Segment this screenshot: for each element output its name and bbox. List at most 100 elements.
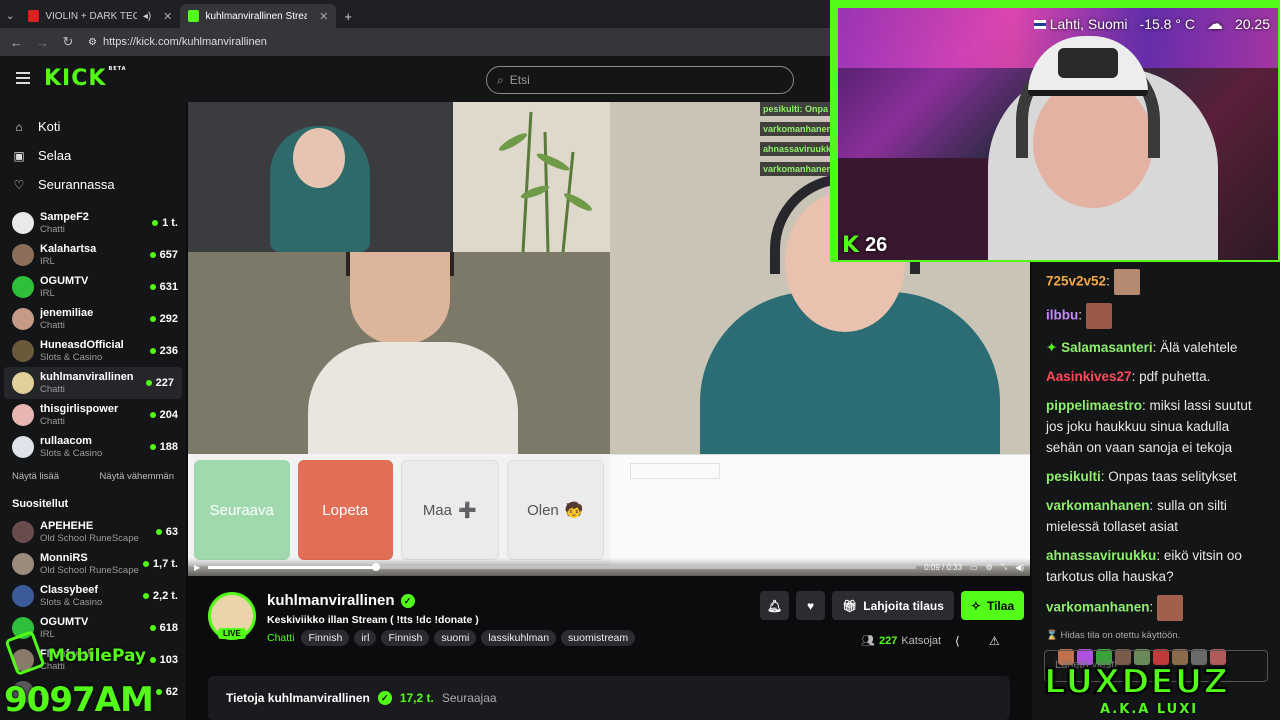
- slow-mode-text: Hidas tila on otettu käyttöön.: [1060, 630, 1181, 641]
- sidebar-channel[interactable]: jenemiliae Chatti 292: [0, 303, 186, 335]
- stream-tag[interactable]: Finnish: [381, 630, 430, 646]
- subscribe-button[interactable]: ✧ Tilaa: [960, 591, 1025, 620]
- chat-message: ilbbu:: [1032, 300, 1280, 334]
- player-controls: ▶ 0:09 / 0:33 ▭ ⚙ ⤡ ◀): [188, 558, 1030, 576]
- show-more-link[interactable]: Näytä lisää: [12, 471, 59, 482]
- person-shape: [308, 342, 518, 454]
- nav-home[interactable]: ⌂ Koti: [12, 112, 186, 141]
- stream-tag[interactable]: suomi: [434, 630, 477, 646]
- logo-text: KICK: [44, 66, 107, 91]
- sidebar-channel[interactable]: Classybeef Slots & Casino 2,2 t.: [0, 580, 186, 612]
- counter-value: 26: [865, 234, 888, 256]
- stream-tag[interactable]: irl: [354, 630, 377, 646]
- chat-username[interactable]: varkomanhanen: [1046, 600, 1150, 615]
- notification-bell-button[interactable]: 🔔︎: [760, 591, 789, 620]
- chat-username[interactable]: varkomanhanen: [1046, 498, 1150, 513]
- live-dot-icon: [149, 444, 156, 450]
- sidebar-channel[interactable]: SampeF2 Chatti 1 t.: [0, 207, 186, 239]
- chat-username[interactable]: Salamasanteri: [1061, 340, 1153, 355]
- channel-name: SampeF2: [40, 211, 89, 223]
- volume-icon[interactable]: ◀): [1015, 563, 1024, 572]
- weather-widget: Lahti, Suomi -15.8 ° C ☁ 20.25: [1033, 14, 1270, 34]
- close-icon[interactable]: ✕: [319, 10, 328, 23]
- channel-avatar: [12, 521, 34, 543]
- sidebar-channel[interactable]: Kalahartsa IRL 657: [0, 239, 186, 271]
- nav-following[interactable]: ♡ Seurannassa: [12, 170, 186, 199]
- site-settings-icon[interactable]: ⚙: [88, 37, 97, 48]
- sub-badge-icon: ✦: [1046, 340, 1062, 355]
- stream-tag[interactable]: Finnish: [301, 630, 350, 646]
- stream-tag[interactable]: suomistream: [561, 630, 636, 646]
- kick-logo[interactable]: KICK BETA: [44, 66, 127, 91]
- sidebar-channel[interactable]: HuneasdOfficial Slots & Casino 236: [0, 335, 186, 367]
- viewer-count: 188: [159, 441, 178, 453]
- game-button[interactable]: Seuraava: [194, 460, 290, 560]
- browser-tab-active[interactable]: kuhlmanvirallinen Stream - Wa... ✕: [180, 4, 337, 28]
- chat-message: varkomanhanen: sulla on silti mielessä t…: [1032, 492, 1280, 542]
- channel-category: Old School RuneScape: [40, 565, 139, 576]
- channel-info: OGUMTV IRL: [40, 275, 150, 299]
- settings-icon[interactable]: ⚙: [986, 563, 993, 572]
- sidebar-channel[interactable]: OGUMTV IRL 631: [0, 271, 186, 303]
- forward-icon[interactable]: →: [36, 35, 49, 50]
- gift-sub-button[interactable]: 🎁︎ Lahjoita tilaus: [832, 591, 954, 620]
- show-less-link[interactable]: Näytä vähemmän: [100, 471, 174, 482]
- chat-username[interactable]: ahnassaviruukku: [1046, 548, 1156, 563]
- browser-tab[interactable]: VIOLIN + DARK TECHNO / ... ◂) ✕: [20, 4, 180, 28]
- search-icon: ⌕: [497, 72, 504, 87]
- chat-panel: 725v2v52: ilbbu: ✦ Salamasanteri: Älä va…: [1032, 262, 1280, 720]
- channel-avatar: [12, 308, 34, 330]
- viewer-label: Katsojat: [901, 634, 942, 647]
- tag-row: Chatti Finnish irl Finnish suomi lassikuhlma…: [267, 630, 636, 646]
- report-icon[interactable]: ⚠: [989, 634, 1000, 648]
- channel-avatar: [12, 372, 34, 394]
- sidebar-channel[interactable]: MonniRS Old School RuneScape 1,7 t.: [0, 548, 186, 580]
- channel-viewers: 236: [149, 345, 178, 357]
- close-icon[interactable]: ✕: [163, 10, 172, 23]
- chat-username[interactable]: ilbbu: [1046, 308, 1078, 323]
- sidebar-channel[interactable]: kuhlmanvirallinen Chatti 227: [4, 367, 182, 399]
- chat-username[interactable]: Aasinkives27: [1046, 369, 1132, 384]
- channel-info: APEHEHE Old School RuneScape: [40, 520, 156, 544]
- reload-icon[interactable]: ↻: [62, 34, 74, 50]
- chat-username[interactable]: pippelimaestro: [1046, 398, 1142, 413]
- tab-list-button[interactable]: ⌄: [0, 4, 20, 28]
- viewer-count: 657: [159, 249, 178, 261]
- sidebar-channel[interactable]: rullaacom Slots & Casino 188: [0, 431, 186, 463]
- nav-browse[interactable]: ▣ Selaa: [12, 141, 186, 170]
- game-button[interactable]: Maa ➕: [401, 460, 499, 560]
- channel-name: OGUMTV: [40, 275, 89, 287]
- live-dot-icon: [149, 625, 156, 631]
- channel-viewers: 63: [155, 526, 178, 538]
- mobilepay-overlay: MobilePay 9097AM: [4, 630, 164, 720]
- new-tab-button[interactable]: +: [336, 4, 360, 28]
- share-icon[interactable]: ⟨: [955, 634, 960, 648]
- game-button[interactable]: Olen 🧒: [506, 460, 604, 560]
- channel-name: jenemiliae: [40, 307, 94, 319]
- sidebar-channel[interactable]: thisgirlispower Chatti 204: [0, 399, 186, 431]
- category-link[interactable]: Chatti: [267, 632, 294, 644]
- chat-username[interactable]: 725v2v52: [1046, 274, 1106, 289]
- game-button[interactable]: Lopeta: [297, 460, 393, 560]
- fullscreen-icon[interactable]: ⤡: [1001, 562, 1007, 572]
- menu-icon[interactable]: [16, 72, 30, 84]
- game-button-label: Olen: [527, 501, 559, 519]
- play-icon[interactable]: ▶: [194, 563, 200, 572]
- url-field[interactable]: https://kick.com/kuhlmanvirallinen: [103, 36, 267, 48]
- chat-message: 725v2v52:: [1032, 266, 1280, 300]
- chat-username[interactable]: pesikulti: [1046, 469, 1101, 484]
- game-button-emoji: 🧒: [564, 502, 584, 519]
- theater-icon[interactable]: ▭: [970, 563, 978, 572]
- streamer-name[interactable]: kuhlmanvirallinen ✓: [267, 592, 415, 609]
- back-icon[interactable]: ←: [10, 35, 23, 50]
- chat-emote-icon: [1157, 595, 1184, 621]
- seek-bar[interactable]: [208, 562, 917, 571]
- stream-tag[interactable]: lassikuhlman: [481, 630, 557, 646]
- seek-knob[interactable]: [372, 562, 381, 571]
- chat-emote-icon: [1113, 269, 1140, 295]
- follow-heart-button[interactable]: ♥: [796, 591, 825, 620]
- chat-emote-icon: [1085, 303, 1112, 329]
- video-panel-top-left: [188, 102, 453, 252]
- search-input[interactable]: ⌕ Etsi: [486, 66, 794, 94]
- sidebar-channel[interactable]: APEHEHE Old School RuneScape 63: [0, 516, 186, 548]
